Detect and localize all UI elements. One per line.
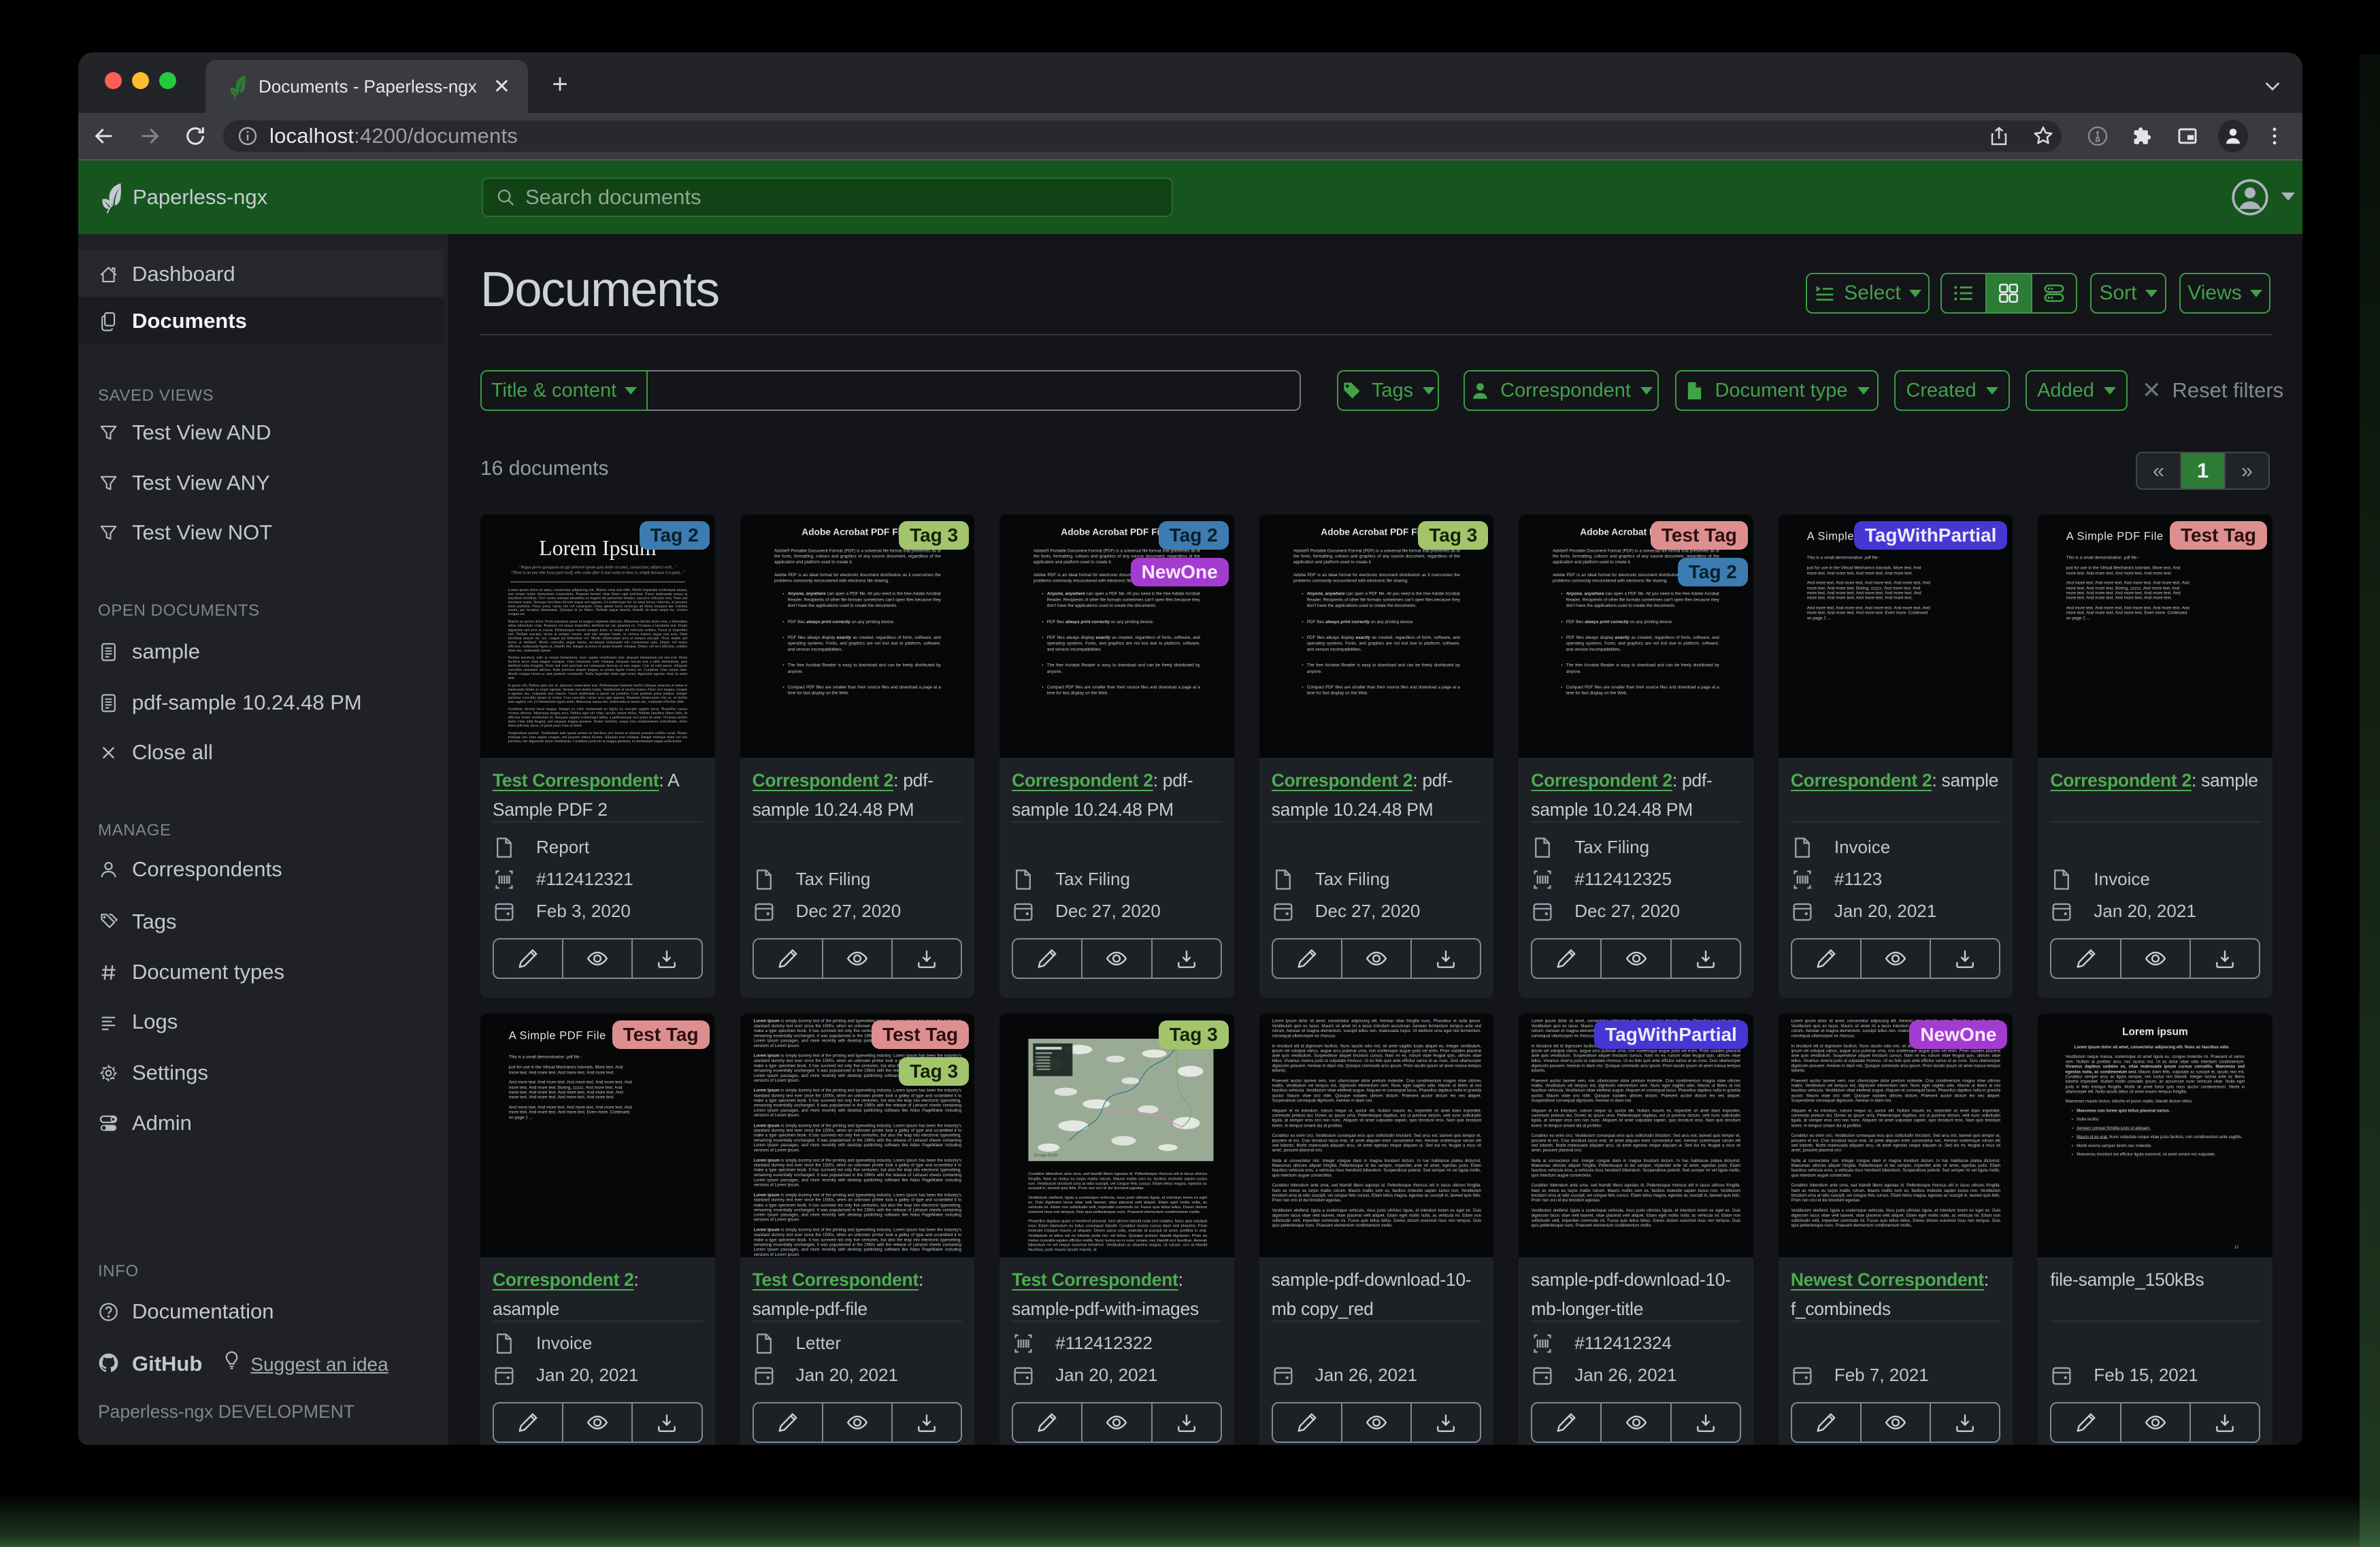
svg-text:Google Earth: Google Earth bbox=[1034, 1154, 1057, 1158]
